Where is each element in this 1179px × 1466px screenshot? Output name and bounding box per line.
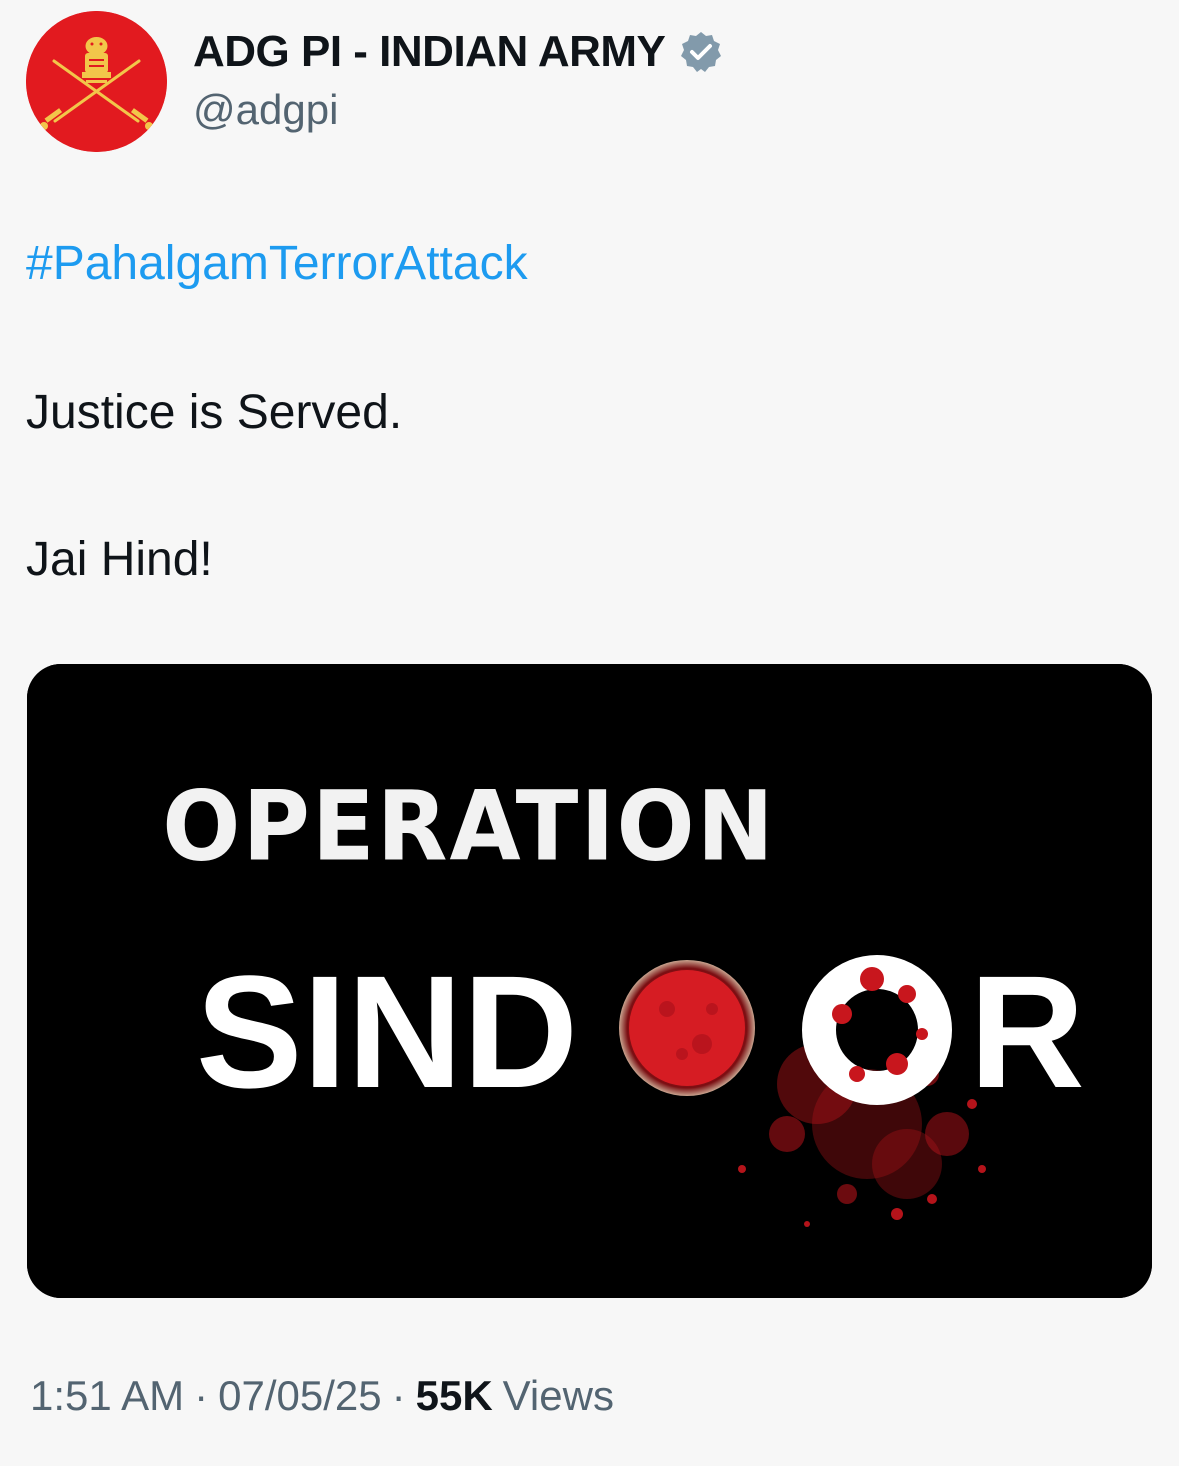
separator: ·	[194, 1372, 209, 1419]
tweet-time[interactable]: 1:51 AM	[30, 1372, 184, 1420]
poster-title-bottom-end: R	[969, 942, 1085, 1121]
tweet-media-image[interactable]: OPERATION SIND R	[27, 664, 1152, 1298]
views-label[interactable]: Views	[503, 1372, 614, 1420]
tweet-metadata: 1:51 AM · 07/05/25 · 55K Views	[30, 1372, 614, 1420]
views-count[interactable]: 55K	[416, 1372, 493, 1420]
verified-badge-icon[interactable]	[679, 30, 723, 74]
indian-army-emblem-icon	[26, 11, 167, 152]
author-handle[interactable]: @adgpi	[193, 86, 338, 134]
poster-title-top: OPERATION	[162, 770, 775, 883]
tweet-text-line: Jai Hind!	[26, 533, 213, 586]
user-name-row[interactable]: ADG PI - INDIAN ARMY	[193, 22, 723, 82]
tweet-text-line: Justice is Served.	[26, 386, 403, 439]
author-display-name[interactable]: ADG PI - INDIAN ARMY	[193, 27, 666, 77]
poster-title-bottom-start: SIND	[196, 942, 578, 1121]
separator: ·	[391, 1372, 406, 1419]
tweet-date[interactable]: 07/05/25	[218, 1372, 382, 1420]
operation-sindoor-poster: OPERATION SIND R	[27, 664, 1152, 1298]
avatar[interactable]	[26, 11, 167, 152]
hashtag-link[interactable]: #PahalgamTerrorAttack	[26, 236, 528, 291]
tweet[interactable]: ADG PI - INDIAN ARMY @adgpi #PahalgamTer…	[0, 0, 1179, 1466]
